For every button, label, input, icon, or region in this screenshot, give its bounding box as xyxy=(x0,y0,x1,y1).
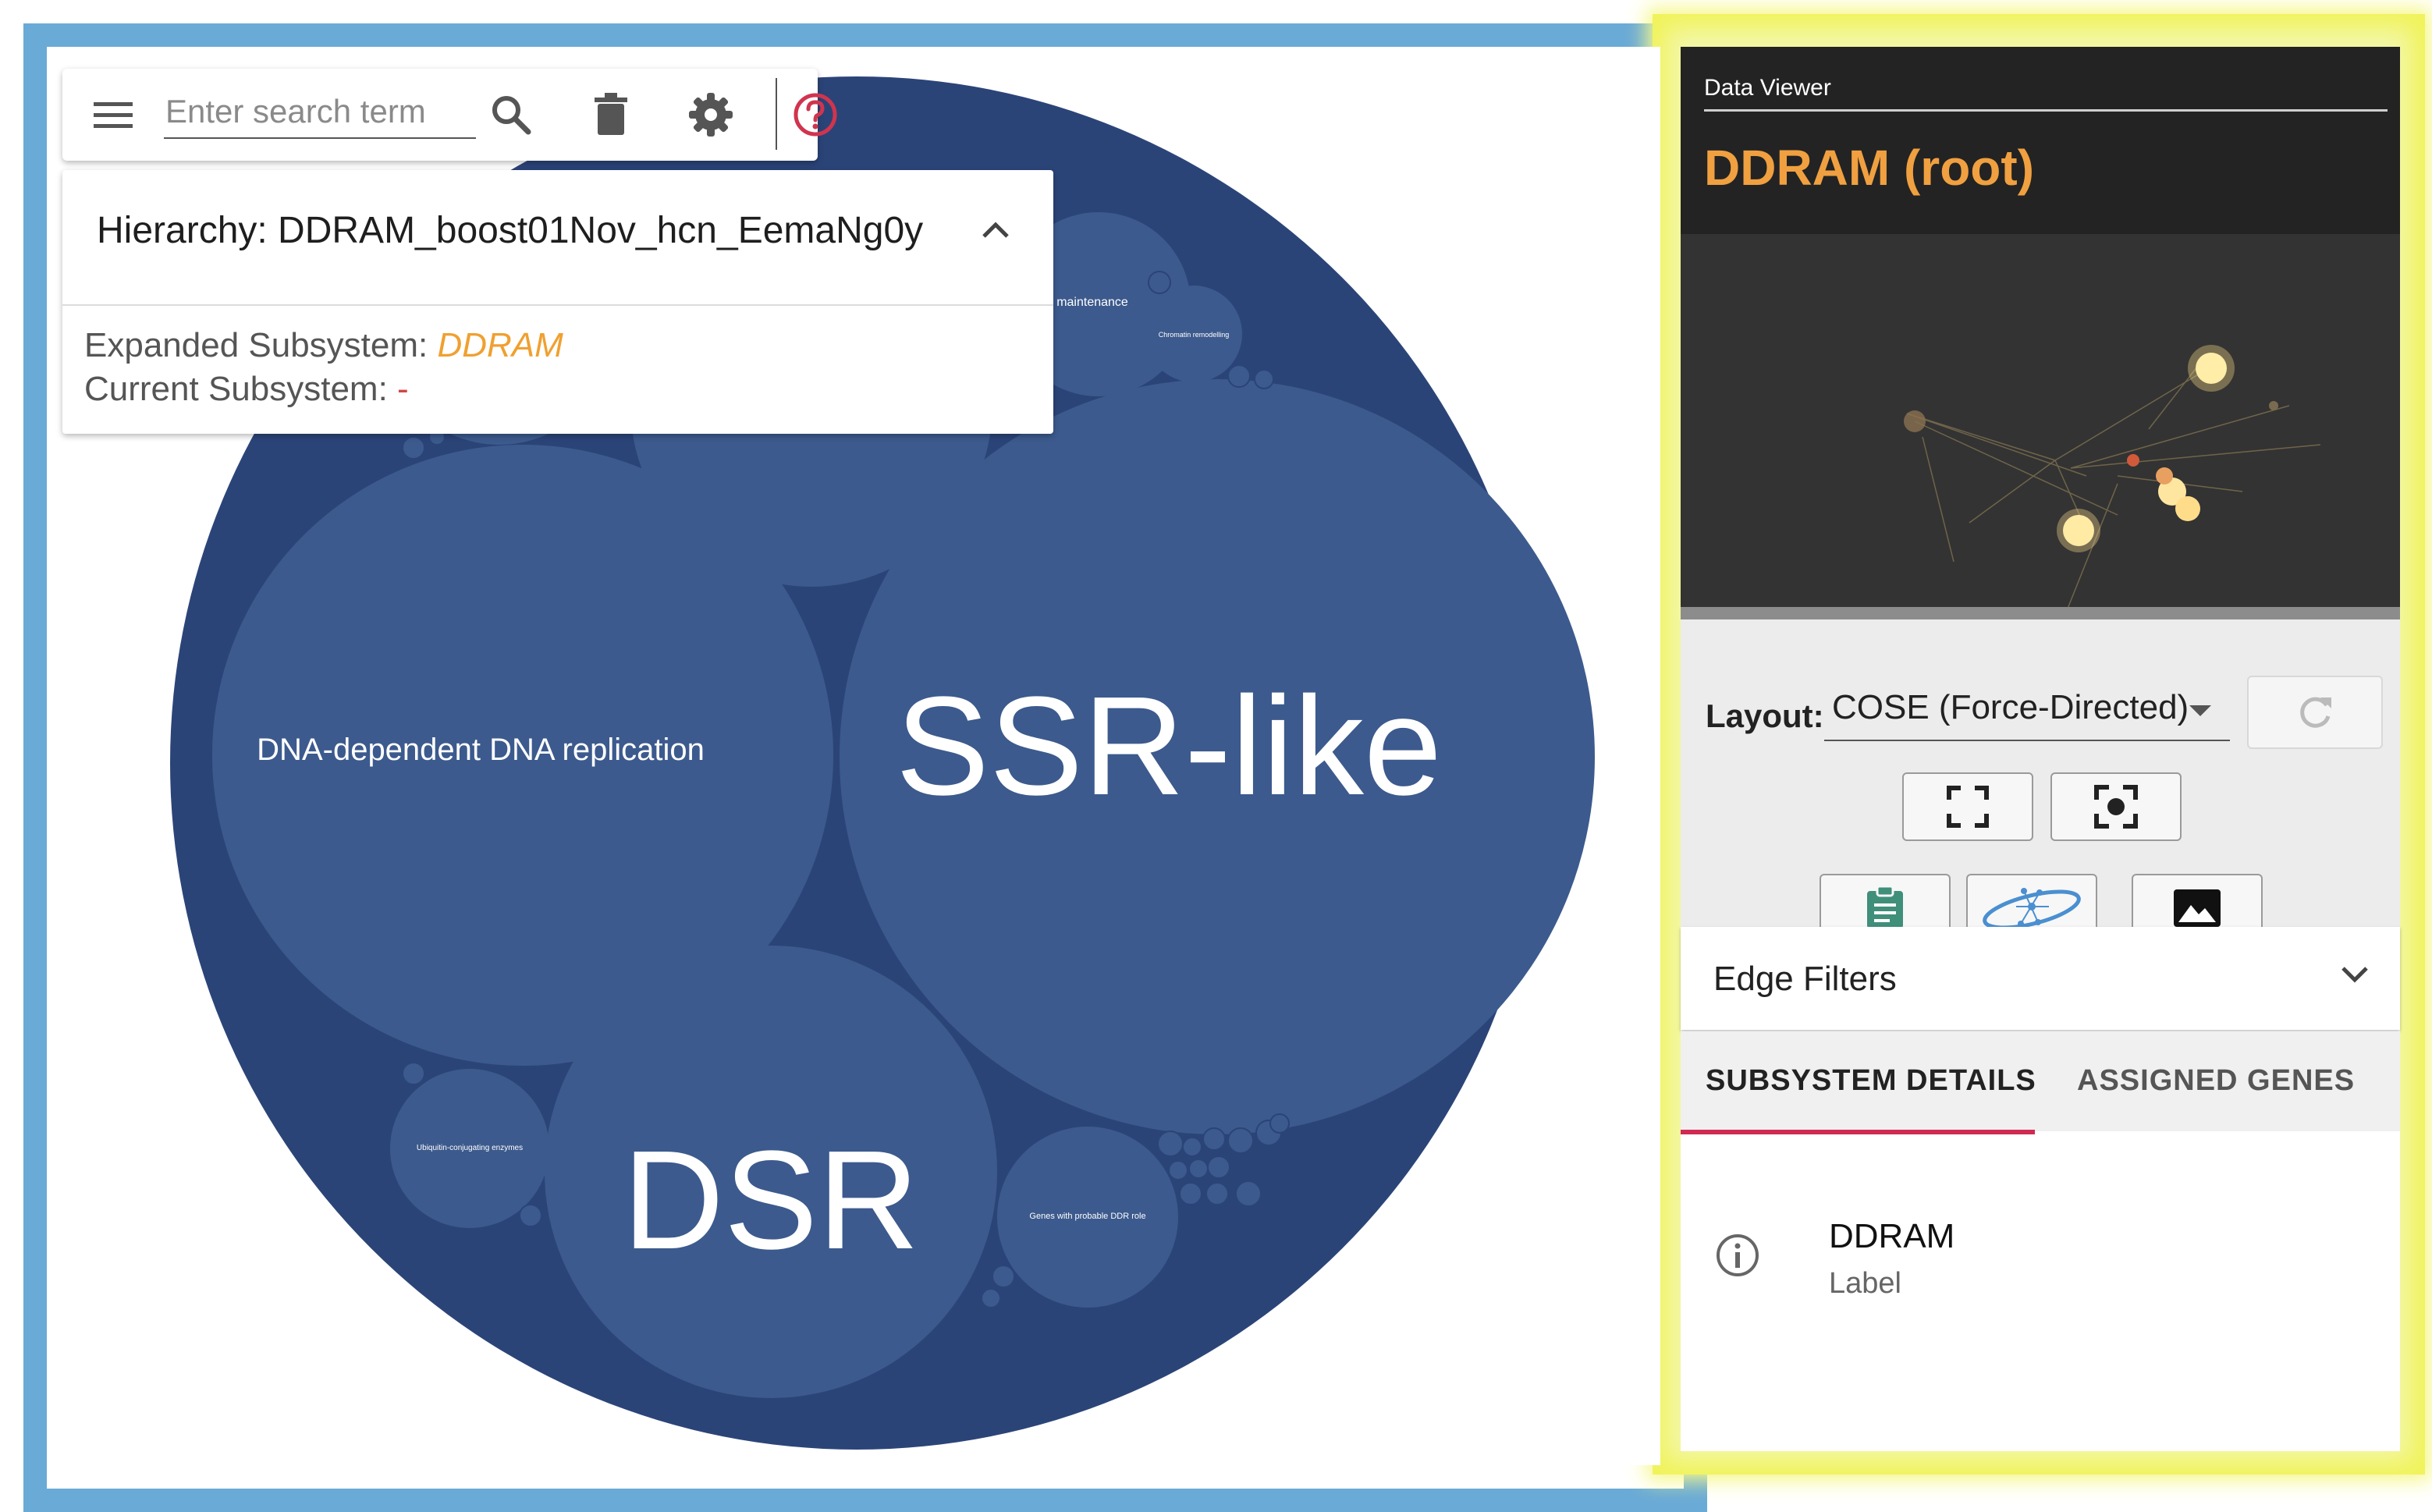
label-ubiquitin: Ubiquitin-conjugating enzymes xyxy=(417,1144,523,1152)
refresh-layout-button[interactable] xyxy=(2247,676,2383,749)
viewer-header: Data Viewer DDRAM (root) xyxy=(1681,47,2400,234)
image-icon xyxy=(2174,889,2221,927)
expanded-subsystem-value[interactable]: DDRAM xyxy=(437,326,563,364)
graph-nodes xyxy=(1904,345,2278,552)
help-icon[interactable] xyxy=(788,87,843,142)
viewer-caption: Data Viewer xyxy=(1704,75,1831,101)
chevron-up-icon[interactable] xyxy=(982,222,1010,243)
clipboard-icon xyxy=(1867,886,1903,928)
center-focus-button[interactable] xyxy=(2050,772,2182,841)
expanded-subsystem: Expanded Subsystem: DDRAM xyxy=(84,326,563,365)
data-viewer: Data Viewer DDRAM (root) Layout: COSE (F… xyxy=(1681,47,2400,1451)
detail-value: DDRAM xyxy=(1829,1217,1955,1255)
edge-filters-expander[interactable]: Edge Filters xyxy=(1681,927,2400,1030)
current-subsystem: Current Subsystem: - xyxy=(84,370,409,409)
search-input[interactable] xyxy=(164,86,476,139)
toolbar xyxy=(62,69,837,161)
network-icon xyxy=(1983,888,2081,930)
layout-select-value: COSE (Force-Directed) xyxy=(1832,688,2189,726)
detail-tabs: SUBSYSTEM DETAILS ASSIGNED GENES xyxy=(1681,1031,2400,1131)
expanded-subsystem-label: Expanded Subsystem: xyxy=(84,326,438,364)
label-chromatin: Chromatin remodelling xyxy=(1159,331,1230,339)
fit-icon xyxy=(1947,786,1989,828)
hierarchy-title: Hierarchy: DDRAM_boost01Nov_hcn_EemaNg0y xyxy=(97,210,924,251)
label-ssr-like: SSR-like xyxy=(896,668,1442,825)
label-maintenance: maintenance xyxy=(1056,296,1128,309)
refresh-icon xyxy=(2300,697,2331,728)
viewer-rule xyxy=(1704,109,2388,112)
tab-subsystem-details[interactable]: SUBSYSTEM DETAILS xyxy=(1706,1064,2036,1098)
menu-icon[interactable] xyxy=(86,87,140,142)
label-probable-ddr: Genes with probable DDR role xyxy=(1029,1212,1145,1221)
tab-assigned-genes[interactable]: ASSIGNED GENES xyxy=(2077,1064,2355,1098)
info-icon xyxy=(1715,1233,1760,1282)
current-subsystem-label: Current Subsystem: xyxy=(84,370,398,408)
toolbar-divider xyxy=(776,78,777,150)
center-focus-icon xyxy=(2094,785,2138,829)
search-icon[interactable] xyxy=(484,87,538,142)
network-graph-svg[interactable] xyxy=(1681,234,2400,641)
graph-scrollbar[interactable] xyxy=(1681,607,2400,619)
label-dsr: DSR xyxy=(623,1122,919,1279)
detail-list-item: DDRAM Label xyxy=(1681,1134,2400,1368)
edge-filters-label: Edge Filters xyxy=(1713,960,1897,998)
chevron-down-icon[interactable] xyxy=(2341,966,2369,987)
dropdown-caret-icon xyxy=(2189,705,2211,716)
gear-icon[interactable] xyxy=(683,87,738,142)
graph-controls: Layout: COSE (Force-Directed) xyxy=(1681,619,2400,942)
layout-select[interactable]: COSE (Force-Directed) xyxy=(1824,683,2230,741)
current-subsystem-value: - xyxy=(397,370,409,408)
layout-label: Layout: xyxy=(1706,697,1824,734)
viewer-title: DDRAM (root) xyxy=(1704,140,2034,196)
fit-screen-button[interactable] xyxy=(1902,772,2033,841)
label-dna-replication: DNA-dependent DNA replication xyxy=(257,733,705,767)
hierarchy-separator xyxy=(62,304,1053,306)
trash-icon[interactable] xyxy=(584,87,638,142)
network-graph-preview[interactable] xyxy=(1681,234,2400,641)
hierarchy-panel: Hierarchy: DDRAM_boost01Nov_hcn_EemaNg0y… xyxy=(62,170,1053,434)
detail-label: Label xyxy=(1829,1267,1901,1300)
